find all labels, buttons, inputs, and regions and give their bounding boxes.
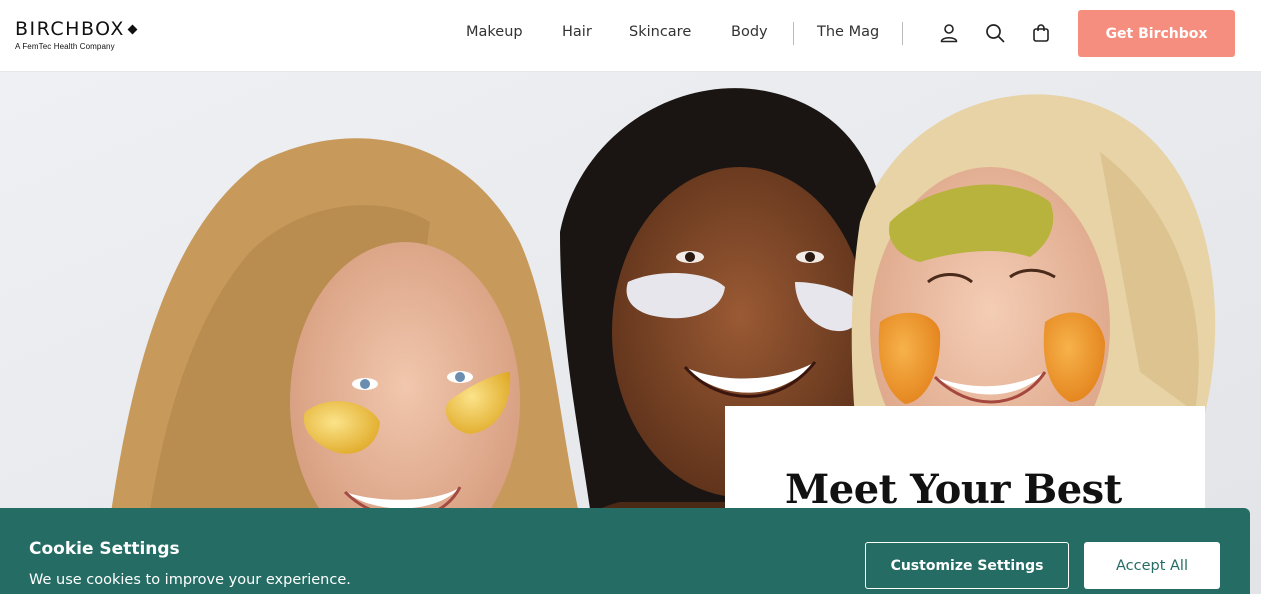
search-icon[interactable] bbox=[984, 22, 1006, 44]
nav-item-makeup[interactable]: Makeup bbox=[466, 24, 523, 40]
nav-item-skincare[interactable]: Skincare bbox=[629, 24, 691, 40]
accept-all-button[interactable]: Accept All bbox=[1084, 542, 1220, 589]
customize-settings-button[interactable]: Customize Settings bbox=[865, 542, 1069, 589]
diamond-icon bbox=[127, 24, 138, 34]
site-header: BIRCHBOX A FemTec Health Company Makeup … bbox=[0, 0, 1261, 72]
nav-divider bbox=[793, 22, 794, 45]
nav-item-hair[interactable]: Hair bbox=[562, 24, 592, 40]
nav-divider bbox=[902, 22, 903, 45]
cookie-banner: Cookie Settings We use cookies to improv… bbox=[0, 508, 1250, 594]
hero-title: Meet Your Best bbox=[785, 466, 1122, 513]
brand-tagline: A FemTec Health Company bbox=[15, 42, 115, 51]
brand-name: BIRCHBOX bbox=[15, 18, 125, 40]
nav-item-the-mag[interactable]: The Mag bbox=[817, 24, 879, 40]
shopping-bag-icon[interactable] bbox=[1030, 22, 1052, 44]
user-icon[interactable] bbox=[938, 22, 960, 44]
nav-item-body[interactable]: Body bbox=[731, 24, 768, 40]
brand-logo[interactable]: BIRCHBOX A FemTec Health Company bbox=[15, 18, 138, 51]
cookie-text: We use cookies to improve your experienc… bbox=[29, 572, 351, 588]
get-birchbox-button[interactable]: Get Birchbox bbox=[1078, 10, 1235, 57]
cookie-title: Cookie Settings bbox=[29, 539, 180, 559]
